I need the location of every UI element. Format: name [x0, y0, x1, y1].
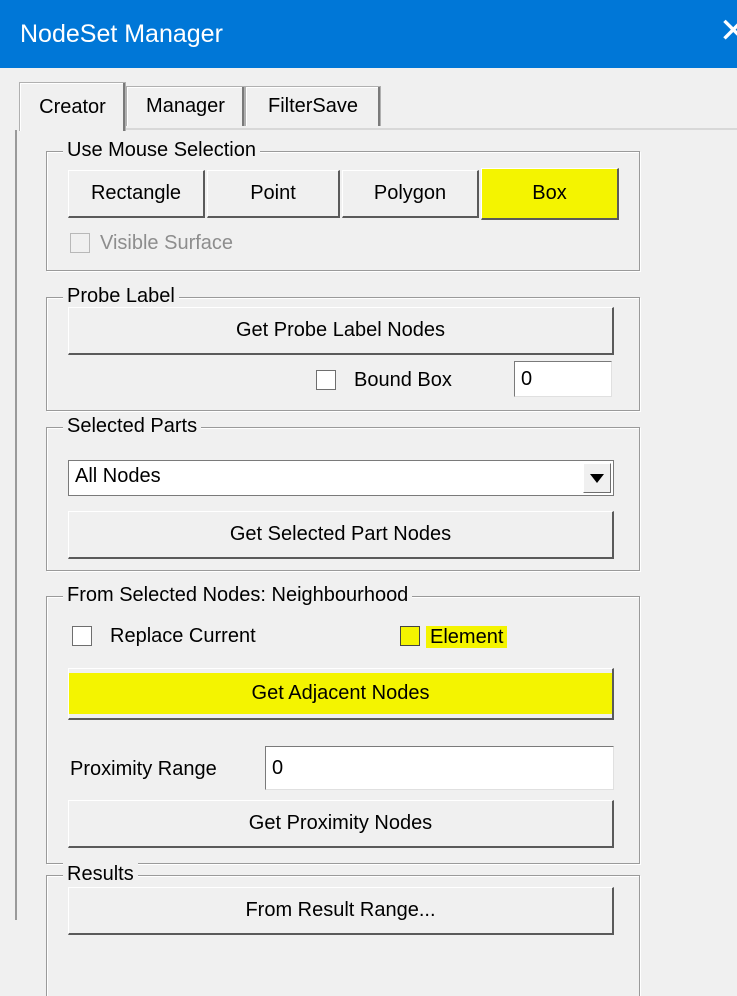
results-legend: Results: [63, 861, 138, 887]
tab-strip-divider: [124, 128, 737, 130]
replace-current-label: Replace Current: [110, 625, 256, 647]
replace-current-checkbox[interactable]: [72, 626, 92, 646]
tab-manager-label: Manager: [146, 95, 225, 117]
visible-surface-checkbox[interactable]: [70, 233, 90, 253]
get-probe-label-nodes-label: Get Probe Label Nodes: [235, 319, 446, 341]
from-result-range-label: From Result Range...: [245, 899, 436, 921]
tab-creator-label: Creator: [39, 95, 106, 118]
element-label-wrap: Element: [426, 621, 508, 653]
chevron-down-icon: [590, 473, 604, 483]
polygon-button-label: Polygon: [373, 182, 447, 204]
get-probe-label-nodes-button[interactable]: Get Probe Label Nodes: [68, 307, 614, 355]
tab-filtersave[interactable]: FilterSave: [245, 86, 381, 126]
get-proximity-nodes-label: Get Proximity Nodes: [248, 812, 433, 834]
polygon-button[interactable]: Polygon: [342, 170, 479, 218]
tab-filtersave-label: FilterSave: [267, 95, 359, 117]
tab-panel-left-border: [15, 130, 17, 920]
point-button[interactable]: Point: [207, 170, 340, 218]
get-adjacent-nodes-button[interactable]: Get Adjacent Nodes: [68, 668, 614, 720]
point-button-label: Point: [250, 182, 296, 204]
box-button[interactable]: Box: [481, 168, 619, 220]
bound-box-checkbox[interactable]: [316, 370, 336, 390]
close-icon[interactable]: ✕: [719, 14, 737, 48]
element-label: Element: [426, 626, 508, 648]
probe-label-legend: Probe Label: [63, 283, 179, 309]
box-button-label: Box: [532, 182, 567, 204]
selected-parts-legend: Selected Parts: [63, 413, 202, 439]
tab-manager[interactable]: Manager: [126, 86, 245, 126]
visible-surface-label: Visible Surface: [100, 232, 234, 254]
bound-box-input[interactable]: 0: [514, 361, 612, 397]
get-selected-part-nodes-label: Get Selected Part Nodes: [229, 523, 452, 545]
from-result-range-button[interactable]: From Result Range...: [68, 887, 614, 935]
get-adjacent-nodes-label: Get Adjacent Nodes: [251, 682, 430, 704]
mouse-selection-legend: Use Mouse Selection: [63, 137, 260, 163]
proximity-range-input[interactable]: 0: [265, 746, 614, 790]
get-proximity-nodes-button[interactable]: Get Proximity Nodes: [68, 800, 614, 848]
element-checkbox[interactable]: [400, 626, 420, 646]
rectangle-button[interactable]: Rectangle: [68, 170, 205, 218]
dropdown-arrow-button[interactable]: [583, 463, 611, 493]
title-bar: NodeSet Manager ✕: [0, 0, 737, 68]
window-title: NodeSet Manager: [20, 20, 223, 48]
bound-box-label: Bound Box: [354, 369, 452, 391]
proximity-range-label: Proximity Range: [70, 758, 217, 780]
tab-creator[interactable]: Creator: [19, 82, 126, 131]
selected-parts-value: All Nodes: [75, 465, 161, 487]
selected-parts-dropdown[interactable]: All Nodes: [68, 460, 614, 496]
get-selected-part-nodes-button[interactable]: Get Selected Part Nodes: [68, 511, 614, 559]
neighbourhood-legend: From Selected Nodes: Neighbourhood: [63, 582, 413, 608]
rectangle-button-label: Rectangle: [90, 182, 182, 204]
